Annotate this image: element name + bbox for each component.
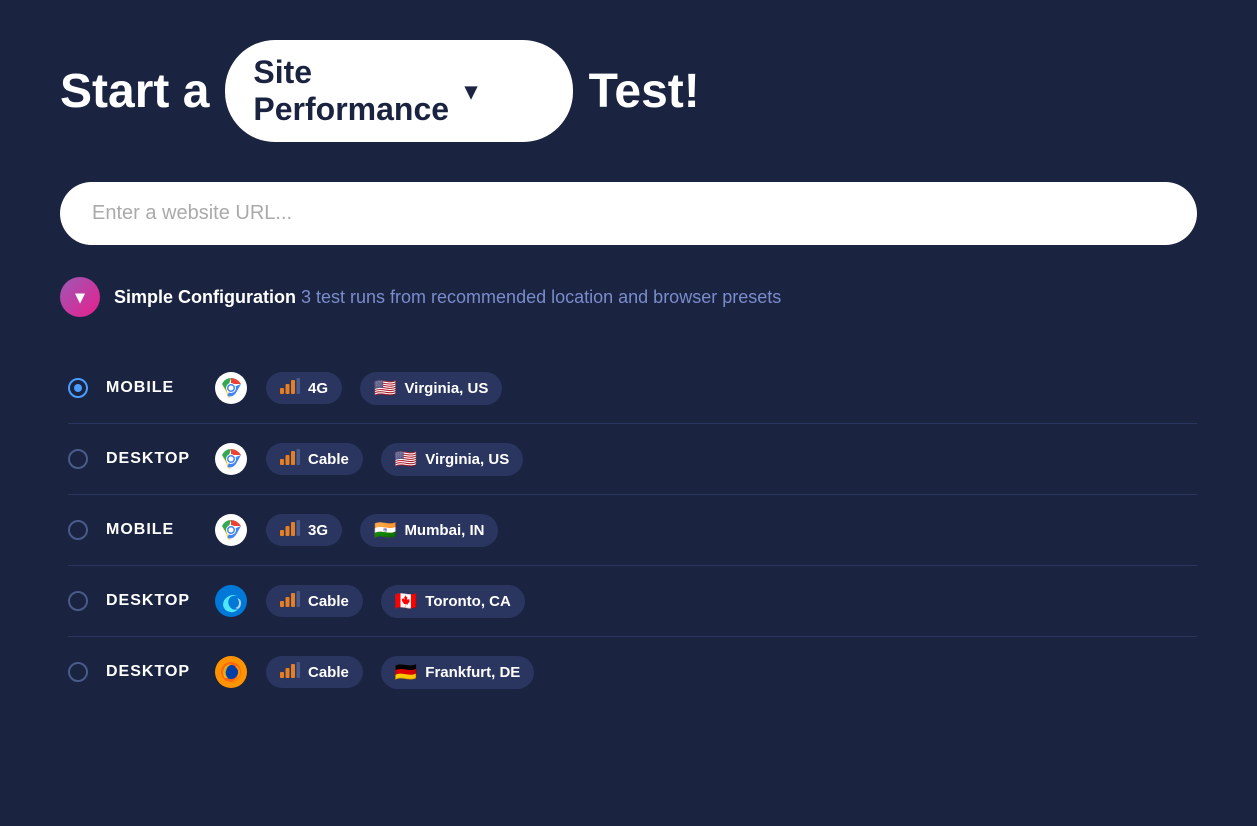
dropdown-label: Site Performance bbox=[253, 54, 449, 128]
device-label: MOBILE bbox=[106, 521, 196, 539]
url-input[interactable] bbox=[60, 182, 1197, 245]
firefox-browser-icon bbox=[214, 655, 248, 689]
toggle-chevron-icon: ▾ bbox=[75, 287, 84, 308]
test-row: DESKTOP Cable 🇩🇪 Frankfurt, DE bbox=[68, 637, 1197, 707]
radio-button[interactable] bbox=[68, 662, 88, 682]
signal-icon bbox=[280, 449, 300, 469]
flag-icon: 🇨🇦 bbox=[395, 591, 417, 612]
signal-icon bbox=[280, 520, 300, 540]
radio-button[interactable] bbox=[68, 449, 88, 469]
radio-button[interactable] bbox=[68, 520, 88, 540]
test-type-dropdown[interactable]: Site Performance ▾ bbox=[225, 40, 572, 142]
config-label: Simple Configuration 3 test runs from re… bbox=[114, 287, 781, 308]
main-container: Start a Site Performance ▾ Test! ▾ Simpl… bbox=[60, 40, 1197, 707]
location-badge: 🇩🇪 Frankfurt, DE bbox=[381, 656, 534, 689]
header-suffix: Test! bbox=[589, 64, 700, 119]
chrome-browser-icon bbox=[214, 513, 248, 547]
test-rows-container: MOBILE 4G 🇺🇸 bbox=[60, 353, 1197, 707]
header: Start a Site Performance ▾ Test! bbox=[60, 40, 1197, 142]
connection-badge: 3G bbox=[266, 514, 342, 546]
connection-badge: Cable bbox=[266, 585, 363, 617]
location-text: Mumbai, IN bbox=[404, 522, 484, 539]
connection-badge: Cable bbox=[266, 443, 363, 475]
connection-type: 4G bbox=[308, 380, 328, 397]
config-label-detail: 3 test runs from recommended location an… bbox=[296, 287, 781, 307]
config-toggle-button[interactable]: ▾ bbox=[60, 277, 100, 317]
connection-type: Cable bbox=[308, 664, 349, 681]
radio-button[interactable] bbox=[68, 378, 88, 398]
location-badge: 🇺🇸 Virginia, US bbox=[381, 443, 523, 476]
flag-icon: 🇺🇸 bbox=[395, 449, 417, 470]
test-row: MOBILE 4G 🇺🇸 bbox=[68, 353, 1197, 424]
location-text: Virginia, US bbox=[404, 380, 488, 397]
flag-icon: 🇺🇸 bbox=[374, 378, 396, 399]
location-badge: 🇨🇦 Toronto, CA bbox=[381, 585, 525, 618]
connection-badge: Cable bbox=[266, 656, 363, 688]
config-label-bold: Simple Configuration bbox=[114, 287, 296, 307]
test-row: MOBILE 3G 🇮🇳 bbox=[68, 495, 1197, 566]
connection-type: 3G bbox=[308, 522, 328, 539]
location-badge: 🇮🇳 Mumbai, IN bbox=[360, 514, 498, 547]
device-label: DESKTOP bbox=[106, 450, 196, 468]
connection-type: Cable bbox=[308, 451, 349, 468]
location-text: Virginia, US bbox=[425, 451, 509, 468]
connection-badge: 4G bbox=[266, 372, 342, 404]
location-badge: 🇺🇸 Virginia, US bbox=[360, 372, 502, 405]
device-label: DESKTOP bbox=[106, 663, 196, 681]
simple-config-section: ▾ Simple Configuration 3 test runs from … bbox=[60, 277, 1197, 317]
url-input-wrapper bbox=[60, 182, 1197, 245]
edge-browser-icon bbox=[214, 584, 248, 618]
location-text: Toronto, CA bbox=[425, 593, 511, 610]
signal-icon bbox=[280, 591, 300, 611]
chrome-browser-icon bbox=[214, 371, 248, 405]
flag-icon: 🇩🇪 bbox=[395, 662, 417, 683]
device-label: MOBILE bbox=[106, 379, 196, 397]
test-row: DESKTOP Cable 🇨🇦 Toronto, CA bbox=[68, 566, 1197, 637]
signal-icon bbox=[280, 378, 300, 398]
location-text: Frankfurt, DE bbox=[425, 664, 520, 681]
header-prefix: Start a bbox=[60, 64, 209, 119]
signal-icon bbox=[280, 662, 300, 682]
test-row: DESKTOP Cable 🇺🇸 bbox=[68, 424, 1197, 495]
device-label: DESKTOP bbox=[106, 592, 196, 610]
chrome-browser-icon bbox=[214, 442, 248, 476]
radio-button[interactable] bbox=[68, 591, 88, 611]
chevron-down-icon: ▾ bbox=[465, 77, 545, 106]
flag-icon: 🇮🇳 bbox=[374, 520, 396, 541]
connection-type: Cable bbox=[308, 593, 349, 610]
